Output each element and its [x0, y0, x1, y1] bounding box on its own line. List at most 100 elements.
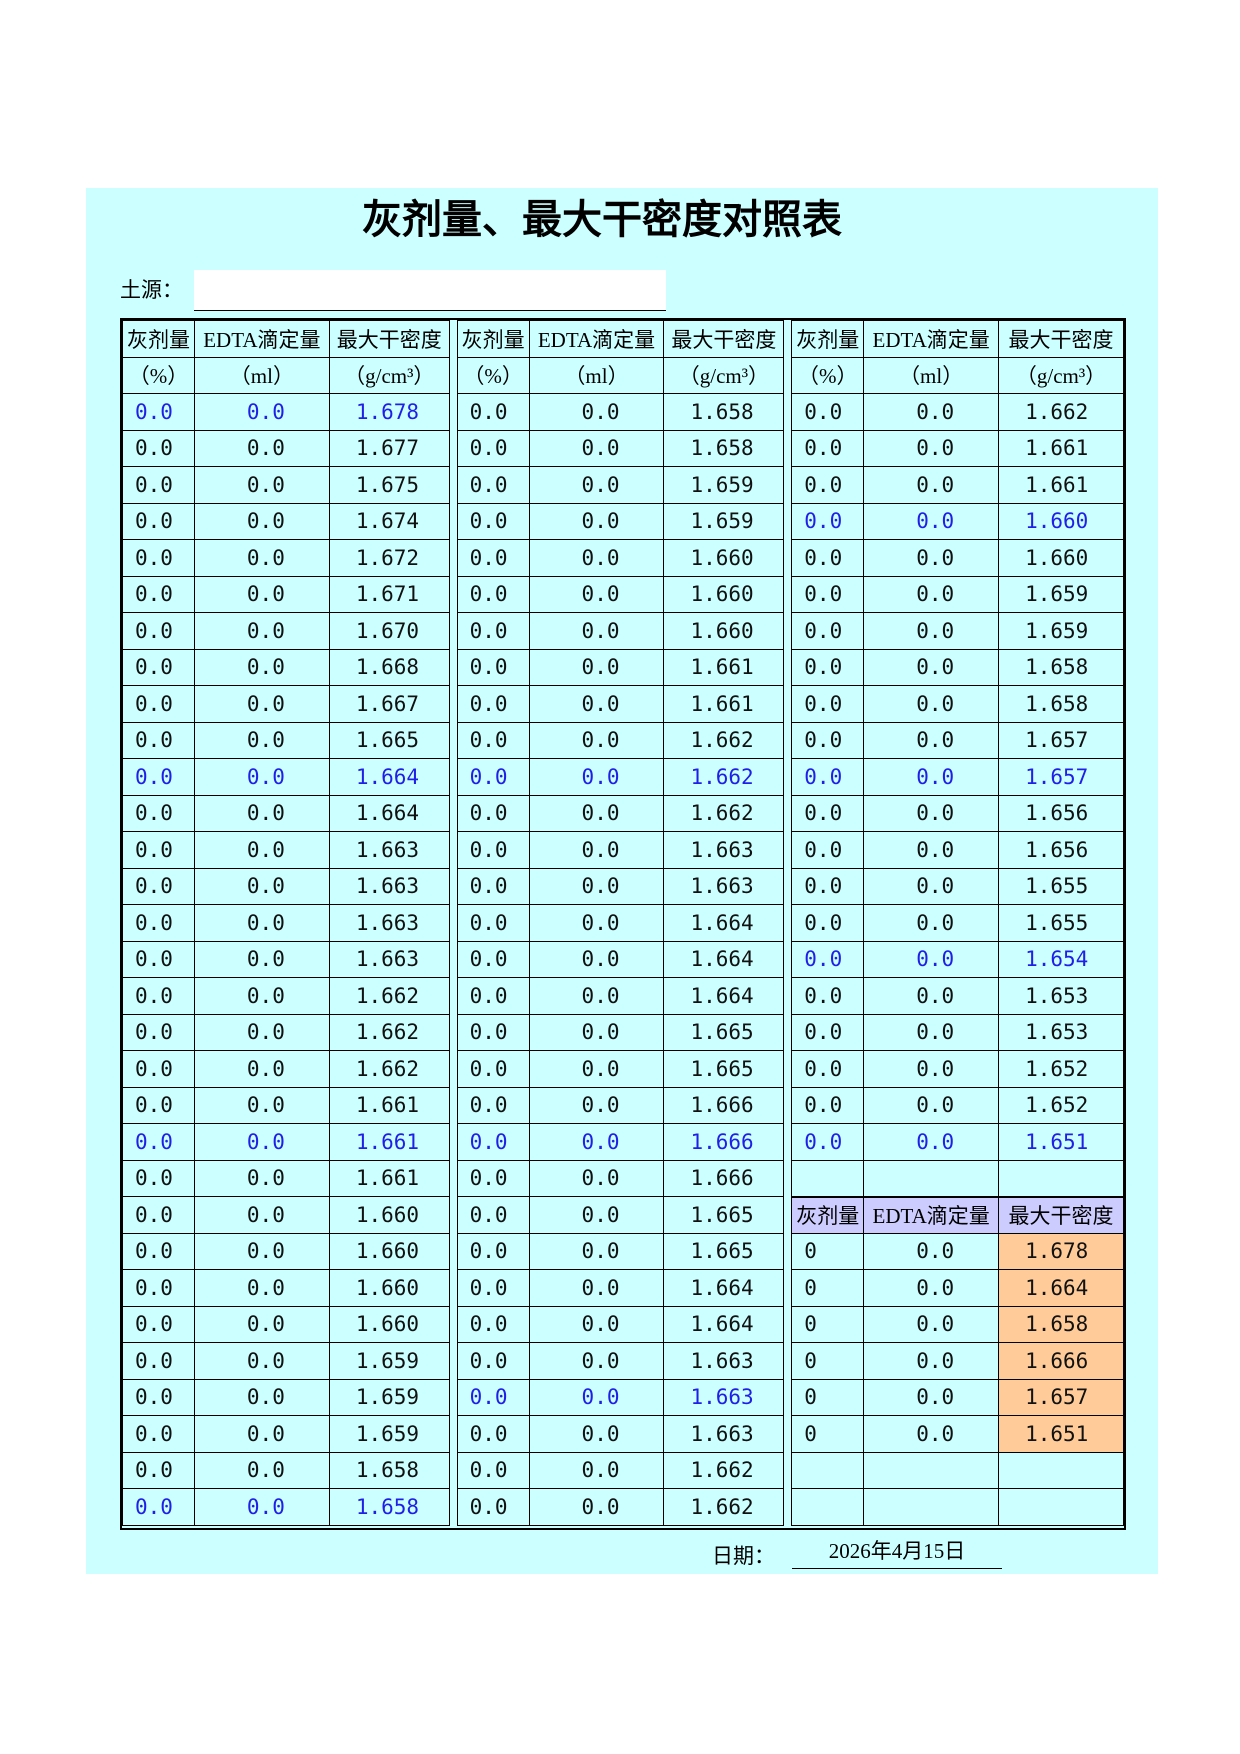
edta-cell: 0.0: [528, 1086, 665, 1124]
table-row: 0.0 0.0 1.678 0.0 0.0 1.658 0.0 0.0 1.662: [122, 393, 1124, 431]
ash-dose-cell: 0.0: [456, 1232, 530, 1270]
column-separator: [448, 722, 458, 759]
date-value[interactable]: 2026年4月15日: [792, 1534, 1002, 1569]
table-row: 0.0 0.0 1.664 0.0 0.0 1.662 0.0 0.0 1.656: [122, 794, 1124, 832]
header-ash-dose: 灰剂量: [456, 320, 530, 358]
density-table: 灰剂量 EDTA滴定量 最大干密度 灰剂量 EDTA滴定量 最大干密度 灰剂量 EDTA滴定量…: [122, 320, 1124, 1526]
density-cell: 1.658: [998, 685, 1124, 723]
table-row: 0.0 0.0 1.675 0.0 0.0 1.659 0.0 0.0 1.661: [122, 466, 1124, 504]
edta-cell: 0.0: [193, 977, 330, 1015]
column-separator: [448, 941, 458, 978]
edta-cell: 0.0: [863, 831, 1000, 869]
ash-dose-cell: 0.0: [122, 539, 195, 577]
edta-cell: 0.0: [528, 502, 665, 540]
ash-dose-cell: 0.0: [456, 1196, 530, 1234]
column-separator: [783, 1123, 793, 1160]
column-separator: [783, 430, 793, 467]
density-cell: 1.674: [328, 502, 450, 540]
edta-cell: 0.0: [193, 867, 330, 905]
edta-cell: 0.0: [528, 648, 665, 686]
table-row: 0.0 0.0 1.659 0.0 0.0 1.663 0 0.0 1.651: [122, 1415, 1124, 1453]
table-row: 0.0 0.0 1.660 0.0 0.0 1.665 0 0.0 1.678: [122, 1232, 1124, 1270]
density-cell: 1.668: [328, 648, 450, 686]
edta-cell: 0.0: [193, 685, 330, 723]
header-edta: EDTA滴定量: [863, 320, 1000, 358]
column-separator: [448, 685, 458, 722]
ash-dose-cell: 0.0: [456, 1269, 530, 1307]
edta-cell: 0.0: [863, 648, 1000, 686]
table-row: 0.0 0.0 1.674 0.0 0.0 1.659 0.0 0.0 1.660: [122, 502, 1124, 540]
column-separator: [448, 868, 458, 905]
edta-cell: 0.0: [528, 685, 665, 723]
table-row: 0.0 0.0 1.664 0.0 0.0 1.662 0.0 0.0 1.657: [122, 758, 1124, 796]
ash-dose-cell: 0.0: [791, 685, 865, 723]
empty-cell: [863, 1488, 1000, 1526]
table-row: 0.0 0.0 1.670 0.0 0.0 1.660 0.0 0.0 1.659: [122, 612, 1124, 650]
column-separator: [783, 503, 793, 540]
column-separator: [448, 977, 458, 1014]
column-separator: [783, 1452, 793, 1489]
column-separator: [783, 758, 793, 795]
summary-header-density: 最大干密度: [998, 1195, 1124, 1234]
density-cell: 1.664: [663, 1269, 785, 1307]
table-row: 0.0 0.0 1.661 0.0 0.0 1.666 0.0 0.0 1.651: [122, 1123, 1124, 1161]
edta-cell: 0.0: [193, 1050, 330, 1088]
edta-cell: 0.0: [863, 867, 1000, 905]
ash-dose-cell: 0.0: [456, 1123, 530, 1161]
density-cell: 1.664: [663, 904, 785, 942]
ash-dose-cell: 0.0: [122, 867, 195, 905]
edta-cell: 0.0: [863, 1123, 1000, 1161]
ash-dose-cell: 0.0: [456, 758, 530, 796]
edta-cell: 0.0: [528, 1123, 665, 1161]
soil-source-field[interactable]: [194, 270, 666, 311]
date-label: 日期：: [712, 1544, 775, 1568]
summary-edta-cell: 0.0: [863, 1232, 1000, 1270]
density-cell: 1.665: [663, 1196, 785, 1234]
ash-dose-cell: 0.0: [791, 612, 865, 650]
edta-cell: 0.0: [528, 1415, 665, 1453]
density-cell: 1.664: [328, 758, 450, 796]
density-cell: 1.655: [998, 904, 1124, 942]
header-row-unit: （%） （ml） （g/cm³） （%） （ml） （g/cm³） （%） （ml） （g/cm…: [122, 356, 1124, 394]
table-row: 0.0 0.0 1.660 0.0 0.0 1.664 0 0.0 1.658: [122, 1305, 1124, 1343]
ash-dose-cell: 0.0: [122, 648, 195, 686]
data-table-grid: 灰剂量 EDTA滴定量 最大干密度 灰剂量 EDTA滴定量 最大干密度 灰剂量 EDTA滴定量…: [120, 318, 1126, 1530]
unit-percent: （%）: [122, 356, 195, 394]
density-cell: 1.653: [998, 1013, 1124, 1051]
edta-cell: 0.0: [193, 612, 330, 650]
density-cell: 1.654: [998, 940, 1124, 978]
density-cell: 1.664: [663, 940, 785, 978]
density-cell: 1.662: [663, 794, 785, 832]
summary-density-cell: 1.651: [998, 1415, 1124, 1453]
empty-cell: [791, 1451, 865, 1489]
edta-cell: 0.0: [193, 1305, 330, 1343]
ash-dose-cell: 0.0: [122, 612, 195, 650]
ash-dose-cell: 0.0: [122, 1232, 195, 1270]
ash-dose-cell: 0.0: [791, 429, 865, 467]
column-separator: [783, 393, 793, 430]
ash-dose-cell: 0.0: [791, 758, 865, 796]
density-cell: 1.659: [663, 466, 785, 504]
density-cell: 1.660: [663, 575, 785, 613]
density-cell: 1.665: [663, 1050, 785, 1088]
table-row: 0.0 0.0 1.660 0.0 0.0 1.664 0 0.0 1.664: [122, 1269, 1124, 1307]
edta-cell: 0.0: [528, 831, 665, 869]
table-row: 0.0 0.0 1.667 0.0 0.0 1.661 0.0 0.0 1.658: [122, 685, 1124, 723]
edta-cell: 0.0: [863, 1013, 1000, 1051]
ash-dose-cell: 0.0: [791, 1123, 865, 1161]
table-row: 0.0 0.0 1.671 0.0 0.0 1.660 0.0 0.0 1.659: [122, 575, 1124, 613]
ash-dose-cell: 0.0: [456, 1451, 530, 1489]
density-cell: 1.655: [998, 867, 1124, 905]
edta-cell: 0.0: [528, 1451, 665, 1489]
ash-dose-cell: 0.0: [791, 867, 865, 905]
ash-dose-cell: 0.0: [791, 466, 865, 504]
density-cell: 1.660: [328, 1305, 450, 1343]
soil-source-label: 土源：: [120, 278, 183, 302]
table-row: 0.0 0.0 1.658 0.0 0.0 1.662: [122, 1451, 1124, 1489]
density-cell: 1.662: [328, 977, 450, 1015]
edta-cell: 0.0: [528, 429, 665, 467]
table-row: 0.0 0.0 1.662 0.0 0.0 1.665 0.0 0.0 1.653: [122, 1013, 1124, 1051]
density-cell: 1.675: [328, 466, 450, 504]
ash-dose-cell: 0.0: [791, 794, 865, 832]
unit-density: （g/cm³）: [328, 356, 450, 394]
